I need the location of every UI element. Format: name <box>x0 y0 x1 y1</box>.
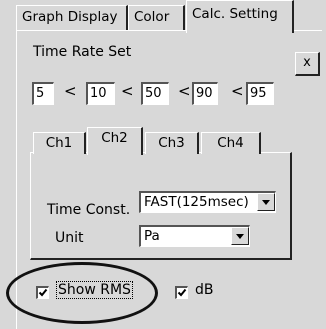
time-rate-input-2[interactable]: 10 <box>86 82 115 105</box>
tab-label: Calc. Setting <box>192 6 278 22</box>
show-rms-checkbox[interactable] <box>36 286 49 299</box>
tab-ch3[interactable]: Ch3 <box>145 132 199 154</box>
show-rms-label[interactable]: Show RMS <box>56 281 133 299</box>
tab-label: Ch1 <box>45 135 73 151</box>
close-button[interactable]: x <box>295 52 320 76</box>
tab-label: Ch2 <box>101 130 128 146</box>
tab-ch2[interactable]: Ch2 <box>87 127 143 155</box>
less-than-sign: < <box>64 82 77 100</box>
tab-ch4[interactable]: Ch4 <box>201 132 261 154</box>
tab-label: Ch3 <box>158 135 185 151</box>
tab-label: Graph Display <box>22 9 118 25</box>
unit-value: Pa <box>144 228 160 244</box>
show-rms-text: Show RMS <box>56 281 133 299</box>
unit-select[interactable]: Pa <box>139 225 250 247</box>
time-rate-input-5[interactable]: 95 <box>246 82 274 105</box>
time-const-value: FAST(125msec) <box>144 194 249 210</box>
time-const-select[interactable]: FAST(125msec) <box>139 191 276 213</box>
tab-graph-display[interactable]: Graph Display <box>16 5 128 30</box>
less-than-sign: < <box>121 82 134 100</box>
tab-calc-setting[interactable]: Calc. Setting <box>186 0 294 33</box>
chevron-down-icon[interactable] <box>231 227 249 245</box>
db-label[interactable]: dB <box>195 282 214 298</box>
less-than-sign: < <box>231 82 244 100</box>
tab-label: Color <box>134 9 170 25</box>
time-rate-input-4[interactable]: 90 <box>192 82 218 105</box>
tab-ch1[interactable]: Ch1 <box>33 132 86 154</box>
time-rate-title: Time Rate Set <box>33 44 132 60</box>
time-rate-input-1[interactable]: 5 <box>32 82 54 105</box>
db-checkbox[interactable] <box>175 286 188 299</box>
tab-label: Ch4 <box>217 135 244 151</box>
less-than-sign: < <box>178 82 191 100</box>
time-const-label: Time Const. <box>47 202 131 218</box>
time-rate-input-3[interactable]: 50 <box>141 82 169 105</box>
tab-color[interactable]: Color <box>128 5 185 30</box>
unit-label: Unit <box>55 230 84 246</box>
chevron-down-icon[interactable] <box>257 193 275 211</box>
